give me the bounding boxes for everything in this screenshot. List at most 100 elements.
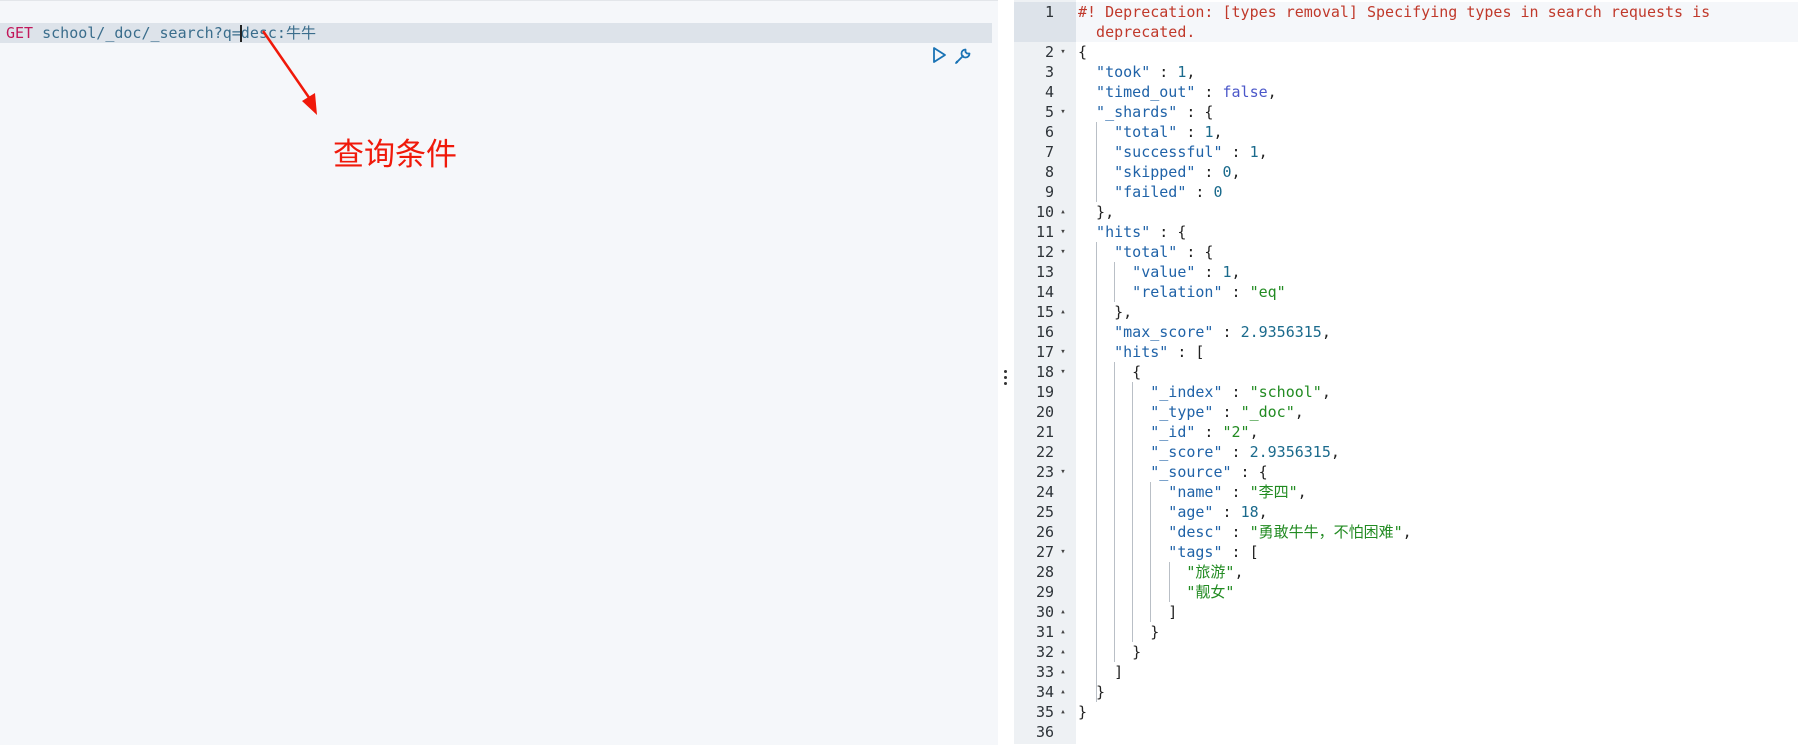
fold-collapse-icon[interactable]: ▾ <box>1058 222 1068 242</box>
line-number: 12 <box>1035 243 1054 261</box>
code-line: "failed" : 0 <box>1078 182 1223 202</box>
request-editor[interactable]: GET school/_doc/_search?q=desc:牛牛 查询条件 <box>0 0 998 745</box>
fold-end-icon[interactable]: ▴ <box>1058 682 1068 702</box>
code-line: "total" : 1, <box>1078 122 1223 142</box>
line-number: 14 <box>1035 283 1054 301</box>
annotation-label: 查询条件 <box>333 137 457 173</box>
code-line: "_type" : "_doc", <box>1078 402 1304 422</box>
code-token: 2.9356315 <box>1249 443 1331 461</box>
line-number: 1 <box>1044 3 1054 21</box>
code-token: "total" <box>1078 243 1178 261</box>
code-token: "eq" <box>1249 283 1286 301</box>
fold-end-icon[interactable]: ▴ <box>1058 702 1068 722</box>
code-token: , <box>1267 83 1277 101</box>
code-token: "value" <box>1078 263 1196 281</box>
code-line: ] <box>1078 662 1123 682</box>
request-line[interactable]: GET school/_doc/_search?q=desc:牛牛 <box>0 23 992 64</box>
line-number: 9 <box>1044 183 1054 201</box>
code-token: , <box>1297 483 1307 501</box>
code-token: : { <box>1150 223 1187 241</box>
code-token: : [ <box>1222 543 1259 561</box>
code-token: "relation" <box>1078 283 1223 301</box>
line-number: 31 <box>1035 623 1054 641</box>
code-line: "_id" : "2", <box>1078 422 1258 442</box>
line-number: 34 <box>1035 683 1054 701</box>
code-token: , <box>1321 323 1331 341</box>
line-number: 18 <box>1035 363 1054 381</box>
code-token: : <box>1195 423 1223 441</box>
fold-collapse-icon[interactable]: ▾ <box>1058 542 1068 562</box>
code-token: : { <box>1231 463 1268 481</box>
line-number: 5 <box>1044 103 1054 121</box>
code-line: "name" : "李四", <box>1078 482 1307 502</box>
code-line: "旅游", <box>1078 562 1243 582</box>
code-line: "successful" : 1, <box>1078 142 1268 162</box>
code-token: "max_score" <box>1078 323 1214 341</box>
code-line: { <box>1078 362 1141 382</box>
fold-collapse-icon[interactable]: ▾ <box>1058 42 1068 62</box>
code-token: "age" <box>1078 503 1214 521</box>
code-line: #! Deprecation: [types removal] Specifyi… <box>1078 2 1710 22</box>
fold-collapse-icon[interactable]: ▾ <box>1058 242 1068 262</box>
code-token: "_score" <box>1078 443 1223 461</box>
code-token: "勇敢牛牛，不怕困难" <box>1249 523 1403 541</box>
fold-collapse-icon[interactable]: ▾ <box>1058 102 1068 122</box>
fold-end-icon[interactable]: ▴ <box>1058 642 1068 662</box>
code-token: : <box>1222 523 1250 541</box>
line-number: 20 <box>1035 403 1054 421</box>
code-token: : <box>1213 503 1241 521</box>
line-number: 7 <box>1044 143 1054 161</box>
code-token: "skipped" <box>1078 163 1196 181</box>
code-token: ] <box>1078 603 1178 621</box>
fold-end-icon[interactable]: ▴ <box>1058 202 1068 222</box>
line-number: 17 <box>1035 343 1054 361</box>
fold-collapse-icon[interactable]: ▾ <box>1058 462 1068 482</box>
line-number: 35 <box>1035 703 1054 721</box>
fold-collapse-icon[interactable]: ▾ <box>1058 362 1068 382</box>
annotation-arrow <box>261 30 317 115</box>
code-token: 18 <box>1240 503 1259 521</box>
line-number: 32 <box>1035 643 1054 661</box>
code-token: "name" <box>1078 483 1223 501</box>
line-number: 29 <box>1035 583 1054 601</box>
code-token: "total" <box>1078 123 1178 141</box>
code-token: , <box>1231 163 1241 181</box>
settings-wrench-button[interactable] <box>953 46 973 66</box>
text-cursor <box>240 25 242 42</box>
line-number: 6 <box>1044 123 1054 141</box>
code-line: "value" : 1, <box>1078 262 1240 282</box>
code-token: : <box>1213 403 1241 421</box>
code-token: #! Deprecation: [types removal] Specifyi… <box>1078 3 1711 21</box>
code-line: "_source" : { <box>1078 462 1268 482</box>
code-line: "tags" : [ <box>1078 542 1259 562</box>
line-number: 10 <box>1035 203 1054 221</box>
code-token: 0 <box>1213 183 1223 201</box>
code-token: : <box>1222 143 1250 161</box>
code-token: "timed_out" <box>1078 83 1196 101</box>
fold-end-icon[interactable]: ▴ <box>1058 622 1068 642</box>
fold-end-icon[interactable]: ▴ <box>1058 662 1068 682</box>
code-token: } <box>1078 623 1160 641</box>
code-token: "靓女" <box>1078 583 1235 601</box>
run-request-button[interactable] <box>930 46 948 64</box>
code-line: "skipped" : 0, <box>1078 162 1241 182</box>
code-token: { <box>1078 363 1142 381</box>
fold-end-icon[interactable]: ▴ <box>1058 302 1068 322</box>
fold-end-icon[interactable]: ▴ <box>1058 602 1068 622</box>
line-number: 8 <box>1044 163 1054 181</box>
fold-collapse-icon[interactable]: ▾ <box>1058 342 1068 362</box>
code-token: "_shards" <box>1078 103 1178 121</box>
code-token: : <box>1222 443 1250 461</box>
code-line: } <box>1078 702 1087 722</box>
line-number: 23 <box>1035 463 1054 481</box>
line-number: 26 <box>1035 523 1054 541</box>
code-token: , <box>1258 503 1268 521</box>
code-token: } <box>1078 643 1142 661</box>
response-viewer[interactable]: 1 2 ▾ 3 4 5 ▾ 6 7 8 9 10 ▴ 11 ▾ 12 ▾ 13 14 15 ▴ 16 17 ▾ 18 ▾ 19 20 2… <box>1014 0 1798 744</box>
pane-resize-handle[interactable] <box>998 0 1014 744</box>
code-token: , <box>1213 123 1223 141</box>
code-token: , <box>1321 383 1331 401</box>
code-token: "李四" <box>1249 483 1298 501</box>
code-token: : <box>1222 383 1250 401</box>
code-token: : <box>1213 323 1241 341</box>
